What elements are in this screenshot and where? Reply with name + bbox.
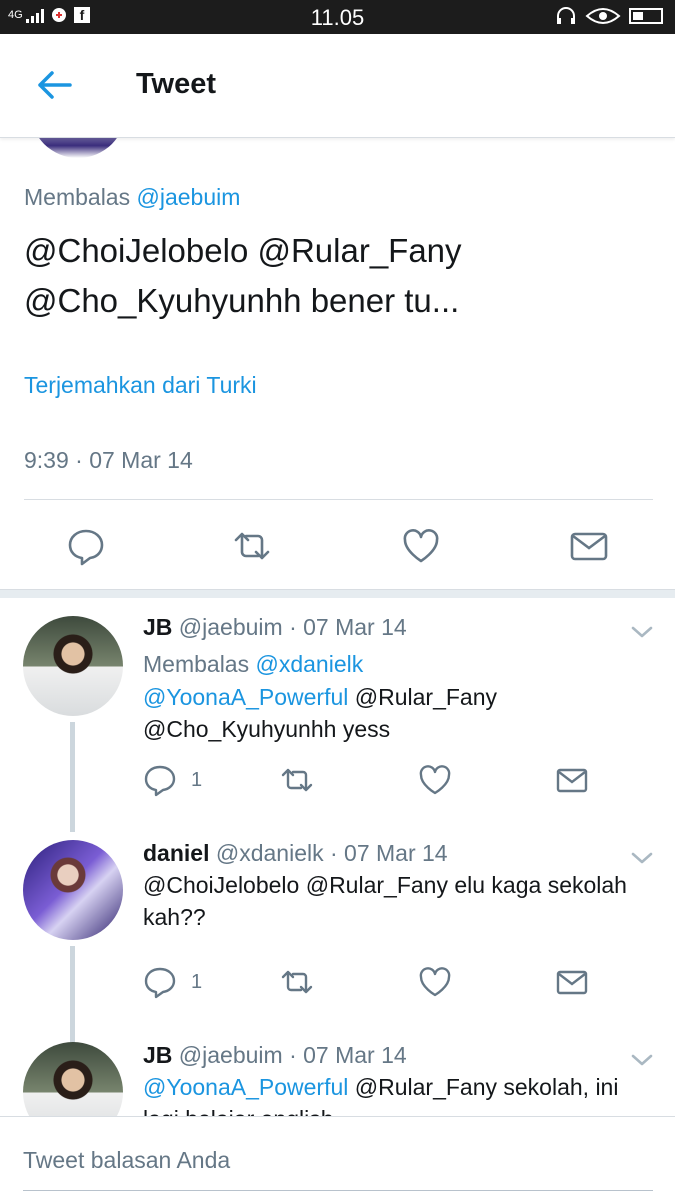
author-meta: @jaebuim · 07 Mar 14 (178, 1042, 407, 1068)
reply-text-line: @Cho_Kyuhyunhh yess (143, 716, 391, 742)
author-meta: @jaebuim · 07 Mar 14 (178, 614, 407, 640)
replying-prefix: Membalas (143, 651, 250, 677)
retweet-icon[interactable] (280, 763, 314, 797)
reply-text: @Rular_Fany sekolah, ini (348, 1074, 619, 1100)
section-separator (0, 589, 675, 598)
back-arrow-icon[interactable] (34, 68, 74, 102)
chevron-down-icon[interactable] (630, 850, 654, 866)
reply-text-line: lagi belajar english (143, 1106, 334, 1116)
author-meta: @xdanielk · 07 Mar 14 (215, 840, 448, 866)
reply-text-line: @YoonaA_Powerful @Rular_Fany (143, 684, 497, 711)
replying-prefix: Membalas (24, 184, 131, 210)
reply-text-line: kah?? (143, 904, 206, 930)
tweet-text: @ChoiJelobelo @Rular_Fany @Cho_Kyuhyunhh… (24, 226, 644, 326)
avatar[interactable] (23, 616, 123, 716)
reply-text-line: @ChoiJelobelo @Rular_Fany elu kaga sekol… (143, 872, 627, 898)
avatar[interactable] (23, 840, 123, 940)
battery-icon (629, 8, 663, 24)
reply-icon[interactable] (143, 965, 177, 999)
mention-link[interactable]: @YoonaA_Powerful (143, 1074, 348, 1100)
tweet-timestamp: 9:39 · 07 Mar 14 (24, 447, 193, 473)
status-bar: 4G f 11.05 (0, 0, 675, 34)
page-title: Tweet (136, 68, 217, 100)
compose-underline (23, 1190, 653, 1191)
replies-list: JB @jaebuim · 07 Mar 14 Membalas @xdanie… (0, 598, 675, 1116)
reply-author: JB @jaebuim · 07 Mar 14 (143, 1042, 407, 1069)
reply-compose-bar[interactable]: Tweet balasan Anda (0, 1116, 675, 1200)
reply-count: 1 (191, 971, 203, 993)
tweet-text-line: @ChoiJelobelo @Rular_Fany (24, 232, 462, 269)
tweet-text-line: @Cho_Kyuhyunhh bener tu... (24, 282, 460, 319)
thread-line (70, 722, 75, 832)
author-name[interactable]: JB (143, 1042, 172, 1068)
author-name[interactable]: JB (143, 614, 172, 640)
top-app-bar: Tweet (0, 34, 675, 138)
retweet-icon[interactable] (280, 965, 314, 999)
reply-author: daniel @xdanielk · 07 Mar 14 (143, 840, 448, 867)
reply-text-line: @YoonaA_Powerful @Rular_Fany sekolah, in… (143, 1074, 618, 1101)
reply-icon[interactable] (66, 526, 106, 566)
avatar[interactable] (23, 1042, 123, 1116)
eye-icon (585, 8, 621, 24)
author-name[interactable]: daniel (143, 840, 209, 866)
chevron-down-icon[interactable] (630, 1052, 654, 1068)
like-icon[interactable] (418, 965, 452, 999)
reply-author: JB @jaebuim · 07 Mar 14 (143, 614, 407, 641)
translate-link[interactable]: Terjemahkan dari Turki (24, 372, 257, 399)
reply-count: 1 (191, 769, 203, 791)
reply-icon[interactable] (143, 763, 177, 797)
mention-link[interactable]: @YoonaA_Powerful (143, 684, 348, 710)
direct-message-icon[interactable] (569, 526, 609, 566)
reply-input[interactable]: Tweet balasan Anda (23, 1147, 230, 1174)
like-icon[interactable] (418, 763, 452, 797)
replying-to: Membalas @jaebuim (24, 184, 240, 211)
reply-text: @Rular_Fany (348, 684, 497, 710)
replying-to-link[interactable]: @xdanielk (256, 651, 364, 677)
retweet-icon[interactable] (232, 526, 272, 566)
replying-to-link[interactable]: @jaebuim (137, 184, 241, 210)
chevron-down-icon[interactable] (630, 624, 654, 640)
like-icon[interactable] (401, 526, 441, 566)
replying-to: Membalas @xdanielk (143, 651, 363, 678)
direct-message-icon[interactable] (555, 763, 589, 797)
tweet-action-bar (0, 520, 675, 574)
divider (24, 499, 653, 500)
headset-icon (557, 7, 575, 24)
direct-message-icon[interactable] (555, 965, 589, 999)
